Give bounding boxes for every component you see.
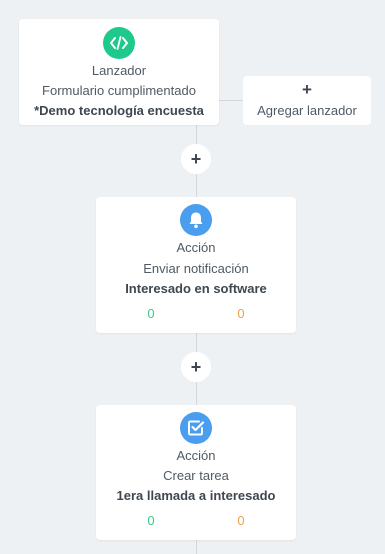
plus-icon: + xyxy=(190,149,202,169)
action-card[interactable]: Acción Enviar notificación Interesado en… xyxy=(96,197,296,333)
action-subtitle: Enviar notificación xyxy=(143,261,249,276)
success-count: 0 xyxy=(147,306,155,321)
code-icon xyxy=(103,27,135,59)
trigger-subtitle: Formulario cumplimentado xyxy=(42,83,196,98)
pending-count: 0 xyxy=(237,513,245,528)
action-card[interactable]: Acción Crear tarea 1era llamada a intere… xyxy=(96,405,296,540)
success-count: 0 xyxy=(147,513,155,528)
action-type-label: Acción xyxy=(176,240,216,255)
action-type-label: Acción xyxy=(176,448,216,463)
add-step-button[interactable]: + xyxy=(181,144,211,174)
plus-icon: + xyxy=(302,80,312,99)
task-check-icon xyxy=(180,412,212,444)
plus-icon: + xyxy=(190,357,202,377)
add-trigger-label: Agregar lanzador xyxy=(257,103,357,118)
add-trigger-button[interactable]: + Agregar lanzador xyxy=(243,76,371,125)
trigger-type-label: Lanzador xyxy=(91,63,147,78)
connector-line xyxy=(219,100,243,101)
connector-line xyxy=(196,540,197,554)
action-name: Interesado en software xyxy=(125,281,267,296)
action-subtitle: Crear tarea xyxy=(163,468,229,483)
trigger-name: *Demo tecnología encuesta xyxy=(34,103,204,118)
bell-icon xyxy=(180,204,212,236)
pending-count: 0 xyxy=(237,306,245,321)
trigger-card[interactable]: Lanzador Formulario cumplimentado *Demo … xyxy=(19,19,219,125)
add-step-button[interactable]: + xyxy=(181,352,211,382)
action-name: 1era llamada a interesado xyxy=(116,488,276,503)
